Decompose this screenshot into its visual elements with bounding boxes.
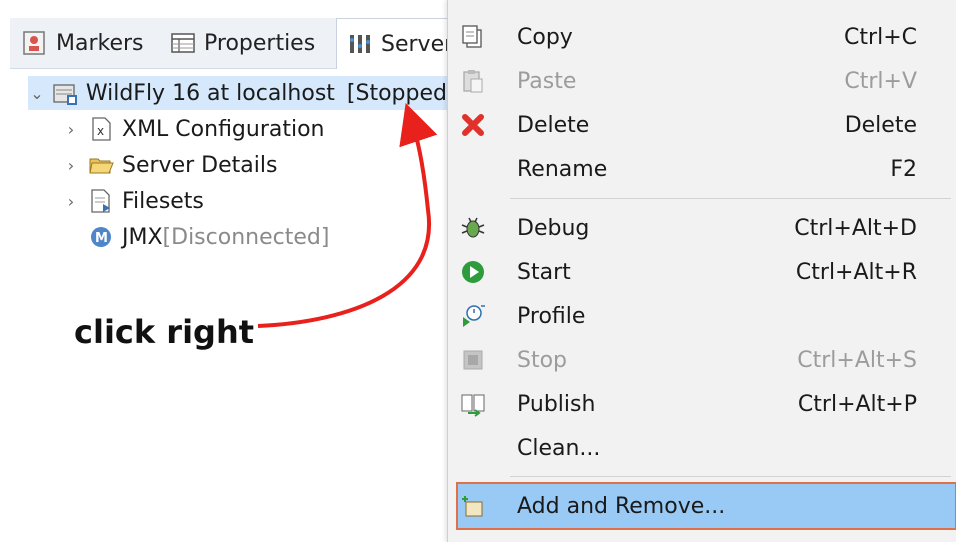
menu-item-debug[interactable]: Debug Ctrl+Alt+D [448, 206, 956, 250]
chevron-right-icon[interactable]: › [60, 120, 82, 139]
menu-item-publish[interactable]: Publish Ctrl+Alt+P [448, 382, 956, 426]
tree-node-jmx[interactable]: M JMX [Disconnected] [88, 220, 329, 254]
add-remove-icon [460, 493, 486, 519]
tab-markers-label: Markers [56, 30, 144, 56]
menu-item-stop[interactable]: Stop Ctrl+Alt+S [448, 338, 956, 382]
tree-label: Filesets [122, 188, 204, 214]
menu-item-add-and-remove[interactable]: Add and Remove... [458, 484, 955, 528]
servers-icon [347, 31, 373, 57]
tree-node-filesets[interactable]: › Filesets [60, 184, 204, 218]
tree-node-wildfly-server[interactable]: ⌄ WildFly 16 at localhost [Stopped [28, 76, 447, 110]
jmx-label: JMX [122, 224, 163, 250]
jmx-icon: M [88, 224, 114, 250]
chevron-right-icon[interactable]: › [60, 192, 82, 211]
servers-view: Markers Properties Servers ⌄ WildFly 16 … [0, 0, 465, 542]
server-state: [Stopped [346, 80, 447, 106]
tab-markers[interactable]: Markers [22, 18, 144, 68]
menu-separator [510, 198, 951, 199]
annotation-text: click right [74, 313, 255, 351]
properties-icon [170, 30, 196, 56]
tab-properties[interactable]: Properties [170, 18, 315, 68]
svg-text:M: M [95, 231, 108, 246]
menu-separator [510, 476, 951, 477]
markers-icon [22, 30, 48, 56]
svg-text:x: x [97, 124, 104, 138]
view-tab-bar: Markers Properties Servers [10, 18, 465, 69]
chevron-right-icon[interactable]: › [60, 156, 82, 175]
menu-item-delete[interactable]: Delete Delete [448, 103, 956, 147]
menu-item-paste[interactable]: Paste Ctrl+V [448, 59, 956, 103]
tab-servers[interactable]: Servers [336, 18, 465, 69]
tree-node-server-details[interactable]: › Server Details [60, 148, 278, 182]
menu-item-rename[interactable]: Rename F2 [448, 147, 956, 191]
menu-item-copy[interactable]: Copy Ctrl+C [448, 15, 956, 59]
menu-item-profile[interactable]: Profile [448, 294, 956, 338]
publish-icon [460, 391, 486, 417]
stop-icon [460, 347, 486, 373]
server-icon [52, 80, 78, 106]
profile-stopwatch-icon [460, 303, 486, 329]
copy-icon [460, 24, 486, 50]
debug-bug-icon [460, 215, 486, 241]
tab-properties-label: Properties [204, 30, 316, 56]
delete-icon [460, 112, 486, 138]
server-name: WildFly 16 at localhost [85, 80, 335, 106]
chevron-down-icon[interactable]: ⌄ [28, 84, 46, 103]
tree-label: Server Details [122, 152, 278, 178]
context-menu: Copy Ctrl+C Paste Ctrl+V Delete Delete R… [447, 0, 956, 542]
start-play-icon [460, 259, 486, 285]
menu-item-clean[interactable]: Clean... [448, 426, 956, 470]
jmx-status: [Disconnected] [162, 224, 330, 250]
xml-file-icon: x [88, 116, 114, 142]
tree-label: XML Configuration [122, 116, 325, 142]
paste-icon [460, 68, 486, 94]
menu-item-start[interactable]: Start Ctrl+Alt+R [448, 250, 956, 294]
folder-open-icon [88, 152, 114, 178]
fileset-icon [88, 188, 114, 214]
tree-node-xml-configuration[interactable]: › x XML Configuration [60, 112, 325, 146]
